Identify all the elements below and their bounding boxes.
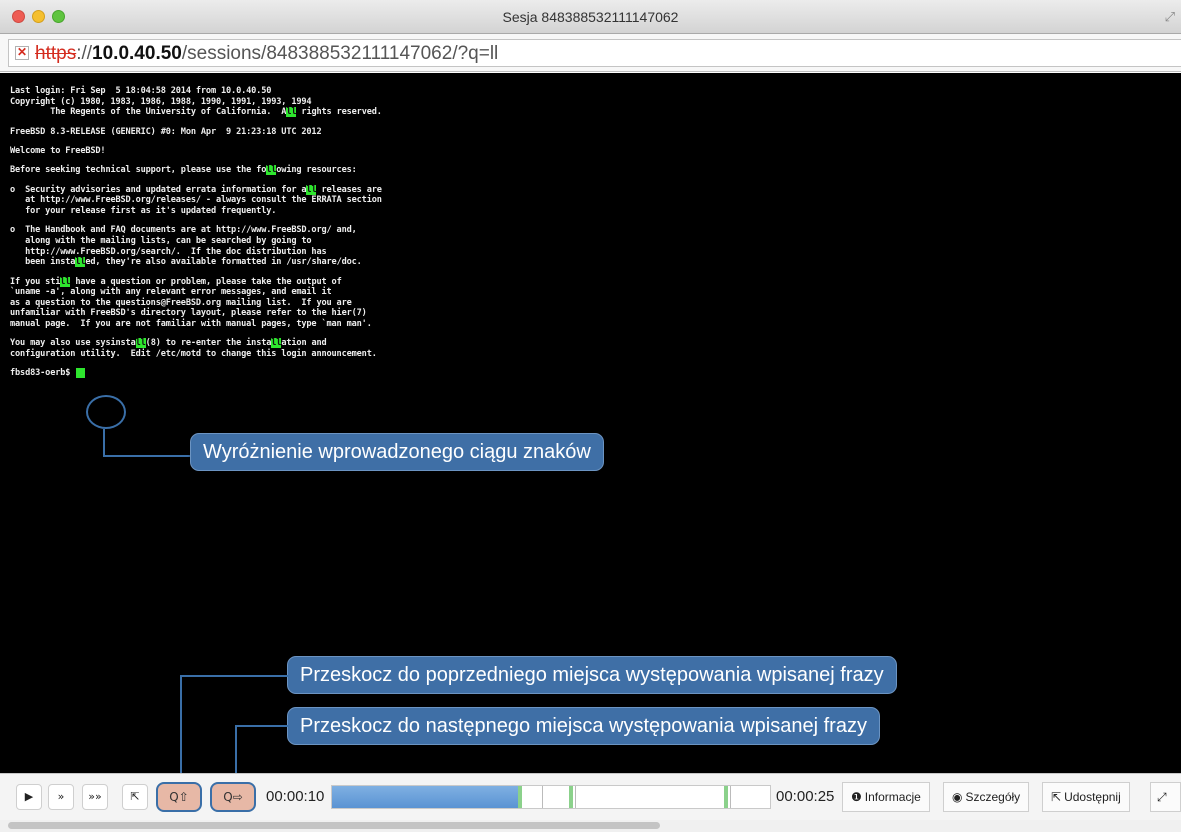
callout-next: Przeskocz do następnego miejsca występow… — [287, 707, 880, 745]
resize-icon[interactable]: ⤢ — [1165, 9, 1175, 25]
tab-share-label: Udostępnij — [1064, 790, 1121, 804]
terminal-line: configuration utility. Edit /etc/motd to… — [10, 348, 377, 359]
info-icon: ❶ — [851, 790, 862, 804]
tab-info-label: Informacje — [864, 790, 921, 804]
terminal-line: Copyright (c) 1980, 1983, 1986, 1988, 19… — [10, 96, 312, 107]
insecure-lock-icon — [15, 45, 29, 60]
terminal-line: along with the mailing lists, can be sea… — [10, 235, 312, 246]
window-titlebar: Sesja 848388532111147062 ⤢ — [0, 0, 1181, 34]
timeline-tick — [730, 786, 731, 808]
terminal-line: at http://www.FreeBSD.org/releases/ - al… — [10, 195, 382, 206]
tab-details-label: Szczegóły — [965, 790, 1021, 804]
current-time: 00:00:10 — [266, 788, 325, 805]
search-match-highlight: ll — [286, 107, 297, 118]
timeline-match-marker[interactable] — [724, 786, 728, 808]
search-next-button[interactable]: Q⇨ — [210, 782, 256, 812]
terminal-line: for your release first as it's updated f… — [10, 205, 277, 216]
fast-forward-button[interactable]: » — [48, 784, 74, 810]
tab-share[interactable]: ⇱ Udostępnij — [1042, 782, 1130, 812]
terminal-line: unfamiliar with FreeBSD's directory layo… — [10, 308, 367, 319]
url-separator: :// — [76, 43, 93, 64]
terminal-line: If you still have a question or problem,… — [10, 276, 342, 287]
callout-connector-prev-h — [180, 675, 290, 677]
timeline-tick — [574, 786, 576, 808]
terminal-line: manual page. If you are not familiar wit… — [10, 318, 372, 329]
search-match-highlight: ll — [306, 184, 317, 195]
url-input[interactable]: https://10.0.40.50/sessions/848388532111… — [8, 39, 1181, 67]
search-previous-button[interactable]: Q⇧ — [156, 782, 202, 812]
search-match-highlight: ll — [271, 338, 282, 349]
playback-timeline[interactable] — [331, 785, 771, 809]
terminal-replay: Last login: Fri Sep 5 18:04:58 2014 from… — [0, 73, 1181, 773]
play-button[interactable]: ▶ — [16, 784, 42, 810]
window-title: Sesja 848388532111147062 — [502, 9, 679, 25]
horizontal-scrollbar[interactable] — [0, 820, 1181, 832]
eye-icon: ◉ — [952, 790, 963, 804]
terminal-line: `uname -a', along with any relevant erro… — [10, 287, 332, 298]
timeline-match-marker[interactable] — [518, 786, 523, 808]
callout-connector-prev-v — [180, 675, 182, 773]
player-controls: ▶ » »» ⇱ Q⇧ Q⇨ 00:00:10 00:00:25 ❶ Inform… — [0, 773, 1181, 820]
terminal-line: as a question to the questions@FreeBSD.o… — [10, 297, 352, 308]
terminal-line: Before seeking technical support, please… — [10, 165, 357, 176]
terminal-line: http://www.FreeBSD.org/search/. If the d… — [10, 246, 327, 257]
url-scheme: https — [35, 43, 77, 64]
timeline-progress — [332, 786, 521, 808]
expand-button[interactable]: ⤢ — [1150, 782, 1181, 812]
search-match-highlight: ll — [266, 165, 277, 176]
share-moment-icon[interactable]: ⇱ — [122, 784, 148, 810]
callout-connector-next-v — [235, 725, 237, 773]
faster-forward-button[interactable]: »» — [82, 784, 108, 810]
terminal-line: Welcome to FreeBSD! — [10, 145, 106, 156]
url-text: https://10.0.40.50/sessions/848388532111… — [35, 43, 498, 65]
terminal-line: FreeBSD 8.3-RELEASE (GENERIC) #0: Mon Ap… — [10, 126, 322, 137]
terminal-line: o The Handbook and FAQ documents are at … — [10, 225, 357, 236]
terminal-line: The Regents of the University of Califor… — [10, 107, 382, 118]
typed-search-highlight — [76, 368, 86, 379]
address-bar: https://10.0.40.50/sessions/848388532111… — [0, 34, 1181, 72]
url-host: 10.0.40.50 — [92, 43, 182, 64]
search-match-highlight: ll — [60, 276, 71, 287]
timeline-tick — [541, 786, 543, 808]
terminal-line: o Security advisories and updated errata… — [10, 184, 382, 195]
expand-icon: ⤢ — [1157, 790, 1167, 804]
terminal-output: Last login: Fri Sep 5 18:04:58 2014 from… — [10, 86, 530, 379]
share-icon: ⇱ — [1051, 790, 1062, 804]
total-time: 00:00:25 — [776, 788, 835, 805]
terminal-line: Last login: Fri Sep 5 18:04:58 2014 from… — [10, 86, 272, 96]
callout-connector-highlight-h — [103, 455, 193, 457]
search-match-highlight: ll — [75, 257, 86, 268]
callout-connector-next-h — [235, 725, 290, 727]
callout-ring-highlight — [86, 395, 126, 429]
scrollbar-thumb[interactable] — [8, 822, 660, 829]
url-path: /sessions/848388532111147062/?q=ll — [181, 43, 499, 64]
timeline-match-marker[interactable] — [568, 786, 573, 808]
callout-highlight: Wyróżnienie wprowadzonego ciągu znaków — [190, 433, 604, 471]
terminal-line: You may also use sysinstall(8) to re-ent… — [10, 338, 327, 349]
terminal-line: been installed, they're also available f… — [10, 257, 362, 268]
callout-connector-highlight — [103, 429, 105, 456]
callout-prev: Przeskocz do poprzedniego miejsca występ… — [287, 656, 897, 694]
search-match-highlight: ll — [135, 338, 146, 349]
tab-details[interactable]: ◉ Szczegóły — [943, 782, 1030, 812]
tab-info[interactable]: ❶ Informacje — [842, 782, 930, 812]
terminal-prompt: fbsd83-oerb$ — [10, 368, 530, 379]
